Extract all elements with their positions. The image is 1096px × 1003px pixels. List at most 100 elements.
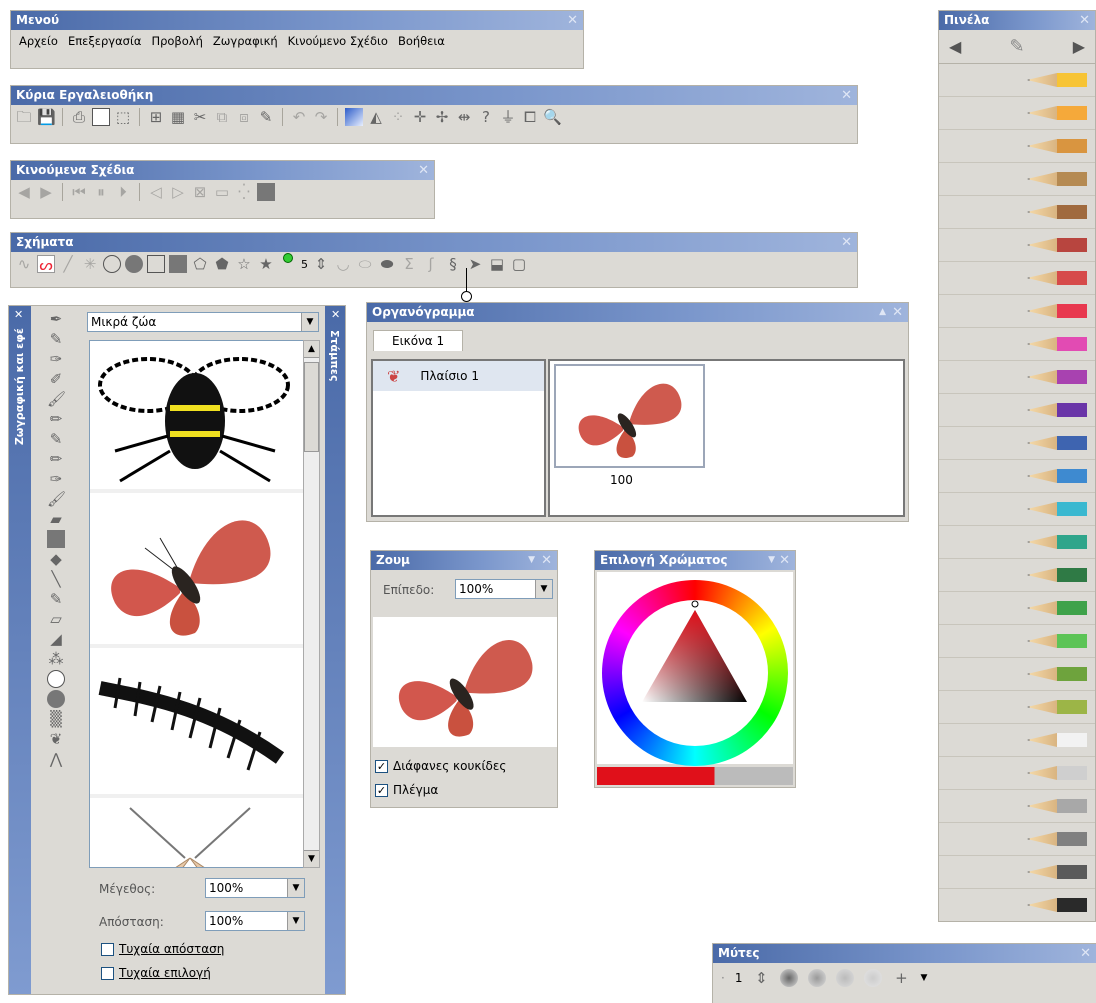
tips-titlebar[interactable]: Μύτες ✕ (713, 944, 1096, 963)
filled-blob-icon[interactable]: ⬬ (378, 255, 396, 273)
pencil-swatch[interactable] (939, 757, 1095, 790)
previous-frame-icon[interactable]: ◀ (15, 183, 33, 201)
pencil-swatch[interactable] (939, 658, 1095, 691)
close-icon[interactable]: ✕ (418, 161, 429, 180)
print-icon[interactable]: ⎙ (70, 108, 88, 126)
pencil-icon[interactable]: ✏ (47, 450, 65, 468)
page-zoom-icon[interactable]: ⧠ (521, 108, 539, 126)
texture-icon[interactable]: ▒ (47, 710, 65, 728)
filmstrip-icon[interactable]: ▭ (213, 183, 231, 201)
filled-pentagon-icon[interactable]: ⬟ (213, 255, 231, 273)
frame-icon[interactable]: ⊠ (191, 183, 209, 201)
gradient-icon[interactable] (345, 108, 363, 126)
checkbox-box[interactable] (101, 942, 114, 956)
layers-icon[interactable] (257, 183, 275, 201)
paste-icon[interactable]: ⧈ (235, 108, 253, 126)
blob-icon[interactable]: ⬭ (356, 255, 374, 273)
pencil-swatch[interactable] (939, 64, 1095, 97)
select-icon[interactable]: ⬚ (114, 108, 132, 126)
insert-before-icon[interactable]: ◁ (147, 183, 165, 201)
points-handle-knob[interactable] (461, 291, 472, 302)
open-folder-icon[interactable]: 🗀 (15, 108, 33, 126)
stamp-butterfly[interactable] (90, 493, 318, 648)
close-icon[interactable]: ✕ (331, 308, 340, 321)
grid-icon[interactable]: ▦ (169, 108, 187, 126)
freeform-icon[interactable]: ∿ (15, 255, 33, 273)
stamps-tab[interactable]: ✕ Στάμπες (325, 306, 345, 994)
faint-tip-icon[interactable] (864, 969, 883, 987)
random-spacing-checkbox[interactable]: Τυχαία απόσταση (101, 942, 224, 956)
stamp-icon[interactable]: ⏚ (499, 108, 517, 126)
smudge-icon[interactable]: ◆ (47, 550, 65, 568)
close-icon[interactable]: ✕ (1080, 944, 1091, 963)
chevron-down-icon[interactable]: ▼ (287, 912, 304, 930)
fine-pen-icon[interactable]: ✎ (47, 590, 65, 608)
frame-item[interactable]: ❦ Πλαίσιο 1 (373, 361, 544, 391)
magnifier-icon[interactable]: 🔍 (543, 108, 562, 126)
callout-box-icon[interactable]: ⬓ (488, 255, 506, 273)
paintbrush-icon[interactable]: 🖌 (47, 390, 66, 408)
stepper-icon[interactable]: ⇕ (312, 255, 330, 273)
frame-thumbnail[interactable] (554, 364, 705, 468)
star-icon[interactable]: ☆ (235, 255, 253, 273)
zoom-titlebar[interactable]: Ζουμ ▼ ✕ (371, 551, 557, 570)
close-icon[interactable]: ✕ (541, 551, 552, 570)
pencil-swatch[interactable] (939, 262, 1095, 295)
curve-icon[interactable]: ᔕ (37, 255, 55, 274)
stamp-bee[interactable] (90, 341, 318, 493)
chevron-left-icon[interactable]: ◀ (949, 37, 961, 56)
calligraphy-icon[interactable]: ✐ (47, 370, 65, 388)
menu-item[interactable]: Επεξεργασία (68, 34, 141, 48)
dropdown-icon[interactable]: ▼ (528, 551, 535, 570)
pencil-swatch[interactable] (939, 493, 1095, 526)
cross-tip-icon[interactable]: + (892, 969, 910, 987)
shapes-toolbar-titlebar[interactable]: Σχήματα ✕ (11, 233, 857, 252)
palette-titlebar[interactable]: Πινέλα ✕ (939, 11, 1095, 30)
stamp-moth[interactable] (90, 798, 318, 867)
main-toolbar-titlebar[interactable]: Κύρια Εργαλειοθήκη ✕ (11, 86, 857, 105)
color-picker-titlebar[interactable]: Επιλογή Χρώματος ▼ ✕ (595, 551, 795, 570)
brush-tool-icon[interactable]: ✒ (47, 310, 65, 328)
paint-effects-title-strip[interactable]: ✕ Ζωγραφική και εφέ (9, 306, 31, 994)
copy-icon[interactable]: ⧉ (213, 108, 231, 126)
crayon-icon[interactable]: ✏ (47, 410, 65, 428)
close-icon[interactable]: ✕ (841, 233, 852, 252)
pencil-swatch[interactable] (939, 97, 1095, 130)
scroll-down-arrow-icon[interactable]: ▼ (304, 850, 319, 867)
stamp-tool-icon[interactable]: ◢ (47, 630, 65, 648)
fan-brush-icon[interactable]: ⋀ (47, 750, 65, 768)
pencil-swatch[interactable] (939, 229, 1095, 262)
scroll-thumb[interactable] (304, 362, 319, 452)
chevron-down-icon[interactable]: ▼ (287, 879, 304, 897)
oil-brush-icon[interactable]: 🖌 (47, 490, 66, 508)
help-pointer-icon[interactable]: ? (477, 108, 495, 126)
pencil-swatch[interactable] (939, 361, 1095, 394)
pencil-swatch[interactable] (939, 592, 1095, 625)
eraser-icon[interactable]: ▱ (47, 610, 65, 628)
line-icon[interactable]: ╱ (59, 255, 77, 273)
move-icon[interactable]: ✢ (433, 108, 451, 126)
save-icon[interactable]: 💾 (37, 108, 56, 126)
storyboard-tab[interactable]: Εικόνα 1 (373, 330, 464, 351)
align-icon[interactable]: ⇹ (455, 108, 473, 126)
feather-icon[interactable]: ❦ (47, 730, 65, 748)
stepper-icon[interactable]: ⇕ (752, 969, 770, 987)
menu-item[interactable]: Προβολή (151, 34, 202, 48)
chevron-down-icon[interactable]: ▼ (301, 313, 318, 331)
menu-item[interactable]: Ζωγραφική (213, 34, 278, 48)
next-frame-icon[interactable]: ▶ (37, 183, 55, 201)
medium-tip-icon[interactable] (808, 969, 827, 987)
arrow-shape-icon[interactable]: ➤ (466, 255, 484, 273)
new-page-icon[interactable] (92, 108, 110, 126)
sphere-icon[interactable] (47, 690, 65, 708)
transparent-dots-checkbox[interactable]: ✓ Διάφανες κουκίδες (375, 759, 506, 773)
soft-tip-icon[interactable] (780, 969, 799, 987)
pencil-swatch[interactable] (939, 724, 1095, 757)
filled-ellipse-icon[interactable] (125, 255, 143, 273)
close-icon[interactable]: ✕ (14, 308, 23, 321)
star-burst-icon[interactable]: ✳ (81, 255, 99, 273)
pencil-swatch[interactable] (939, 460, 1095, 493)
menu-item[interactable]: Κινούμενο Σχέδιο (288, 34, 388, 48)
points-handle-icon[interactable] (279, 253, 297, 273)
pencil-swatch[interactable] (939, 295, 1095, 328)
